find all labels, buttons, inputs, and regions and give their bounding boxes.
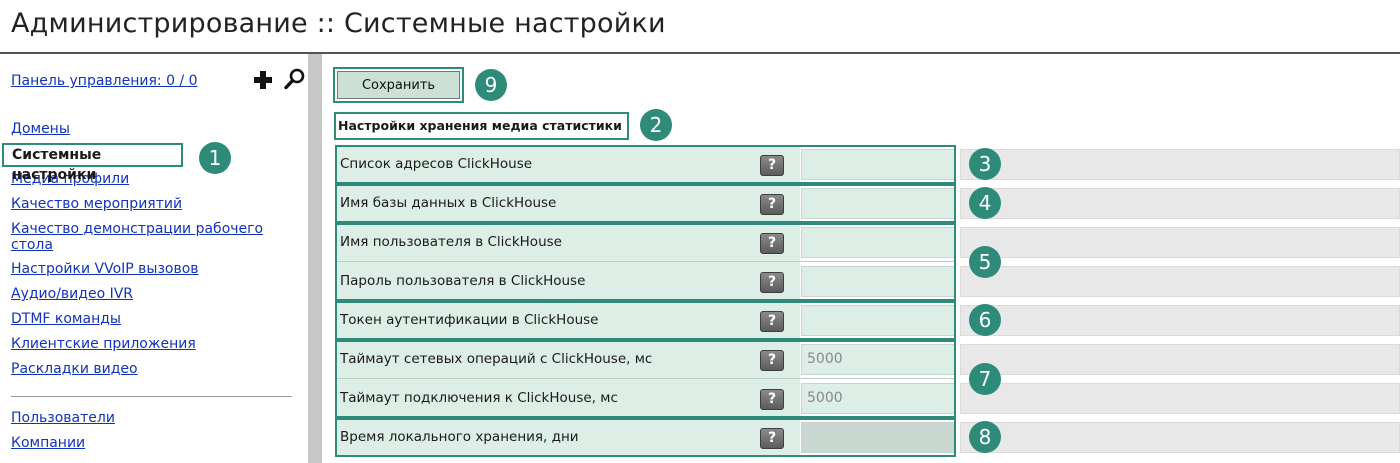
setting-row: Пароль пользователя в ClickHouse ? xyxy=(335,262,1400,301)
help-icon[interactable]: ? xyxy=(760,350,784,371)
setting-input[interactable] xyxy=(960,305,1400,336)
callout-badge: 5 xyxy=(969,246,1001,278)
setting-input[interactable] xyxy=(960,266,1400,297)
setting-row: Время локального хранения, дни ? xyxy=(335,418,1400,457)
help-icon[interactable]: ? xyxy=(760,389,784,410)
sidebar-item-client-apps[interactable]: Клиентские приложения xyxy=(11,336,281,353)
callout-badge: 9 xyxy=(475,69,507,101)
sidebar-separator[interactable] xyxy=(308,54,322,463)
setting-input[interactable] xyxy=(960,227,1400,258)
sidebar-item-vvoip-settings[interactable]: Настройки VVoIP вызовов xyxy=(11,261,281,278)
setting-row: Имя базы данных в ClickHouse ? xyxy=(335,184,1400,223)
help-icon[interactable]: ? xyxy=(760,194,784,215)
sidebar-item-label[interactable]: Настройки VVoIP вызовов xyxy=(11,261,199,277)
row-divider xyxy=(337,261,954,262)
help-icon[interactable]: ? xyxy=(760,233,784,254)
sidebar-item-companies[interactable]: Компании xyxy=(11,435,115,452)
dashboard-link[interactable]: Панель управления: 0 / 0 xyxy=(11,73,198,89)
setting-input[interactable] xyxy=(960,422,1400,453)
setting-row: Имя пользователя в ClickHouse ? xyxy=(335,223,1400,262)
setting-label: Время локального хранения, дни xyxy=(335,418,800,457)
sidebar-item-label[interactable]: Компании xyxy=(11,435,85,451)
setting-label: Токен аутентификации в ClickHouse xyxy=(335,301,800,340)
help-icon[interactable]: ? xyxy=(760,428,784,449)
section-title: Настройки хранения медиа статистики xyxy=(334,112,629,140)
sidebar-item-label[interactable]: DTMF команды xyxy=(11,311,121,327)
main-content: Сохранить 9 Настройки хранения медиа ста… xyxy=(322,54,1400,463)
sidebar-item-av-ivr[interactable]: Аудио/видео IVR xyxy=(11,286,281,303)
setting-value[interactable] xyxy=(801,305,955,336)
callout-badge: 7 xyxy=(969,363,1001,395)
callout-badge: 6 xyxy=(969,304,1001,336)
sidebar-item-desktop-sharing-quality[interactable]: Качество демонстрации рабочего стола xyxy=(11,221,281,253)
sidebar-item-video-layouts[interactable]: Раскладки видео xyxy=(11,361,281,378)
setting-row: Таймаут сетевых операций с ClickHouse, м… xyxy=(335,340,1400,379)
setting-label: Пароль пользователя в ClickHouse xyxy=(335,262,800,301)
setting-label: Список адресов ClickHouse xyxy=(335,145,800,184)
sidebar: Панель управления: 0 / 0 Домены Медиа пр… xyxy=(0,54,308,463)
help-icon[interactable]: ? xyxy=(760,272,784,293)
help-icon[interactable]: ? xyxy=(760,311,784,332)
sidebar-item-domains[interactable]: Домены xyxy=(11,121,281,138)
save-button[interactable]: Сохранить xyxy=(337,71,460,99)
setting-input[interactable] xyxy=(960,344,1400,375)
setting-label: Таймаут подключения к ClickHouse, мс xyxy=(335,379,800,418)
callout-badge: 3 xyxy=(969,148,1001,180)
sidebar-item-dtmf[interactable]: DTMF команды xyxy=(11,311,281,328)
sidebar-item-label[interactable]: Качество мероприятий xyxy=(11,196,182,212)
save-button-highlight: Сохранить xyxy=(333,67,464,103)
sidebar-item-label[interactable]: Раскладки видео xyxy=(11,361,138,377)
sidebar-item-label[interactable]: Пользователи xyxy=(11,410,115,426)
sidebar-item-label[interactable]: Клиентские приложения xyxy=(11,336,196,352)
setting-input[interactable] xyxy=(960,188,1400,219)
row-divider xyxy=(337,378,954,379)
callout-badge: 2 xyxy=(640,109,672,141)
setting-value[interactable] xyxy=(801,188,955,219)
plus-icon[interactable] xyxy=(253,70,273,90)
page-title: Администрирование :: Системные настройки xyxy=(11,8,666,39)
setting-label: Таймаут сетевых операций с ClickHouse, м… xyxy=(335,340,800,379)
sidebar-item-system-settings[interactable]: Системные настройки xyxy=(2,143,183,183)
callout-badge: 1 xyxy=(199,142,231,174)
callout-badge: 8 xyxy=(969,421,1001,453)
setting-value[interactable] xyxy=(801,227,955,258)
sidebar-item-users[interactable]: Пользователи xyxy=(11,410,115,427)
setting-row: Таймаут подключения к ClickHouse, мс ? 5… xyxy=(335,379,1400,418)
setting-row: Список адресов ClickHouse ? xyxy=(335,145,1400,184)
sidebar-divider xyxy=(11,396,292,397)
setting-label: Имя пользователя в ClickHouse xyxy=(335,223,800,262)
sidebar-item-label[interactable]: Аудио/видео IVR xyxy=(11,286,133,302)
setting-label: Имя базы данных в ClickHouse xyxy=(335,184,800,223)
setting-value[interactable]: 5000 xyxy=(801,344,955,375)
sidebar-item-label[interactable]: Качество демонстрации рабочего стола xyxy=(11,221,263,253)
setting-value[interactable] xyxy=(801,422,955,453)
setting-row: Токен аутентификации в ClickHouse ? xyxy=(335,301,1400,340)
setting-input[interactable] xyxy=(960,383,1400,414)
callout-badge: 4 xyxy=(969,187,1001,219)
setting-value[interactable] xyxy=(801,266,955,297)
setting-value[interactable]: 5000 xyxy=(801,383,955,414)
sidebar-nav-secondary: Пользователи Компании xyxy=(11,410,115,460)
sidebar-item-conference-quality[interactable]: Качество мероприятий xyxy=(11,196,281,213)
sidebar-item-label[interactable]: Домены xyxy=(11,121,70,137)
search-icon[interactable] xyxy=(284,68,306,90)
setting-value[interactable] xyxy=(801,149,955,180)
help-icon[interactable]: ? xyxy=(760,155,784,176)
setting-input[interactable] xyxy=(960,149,1400,180)
